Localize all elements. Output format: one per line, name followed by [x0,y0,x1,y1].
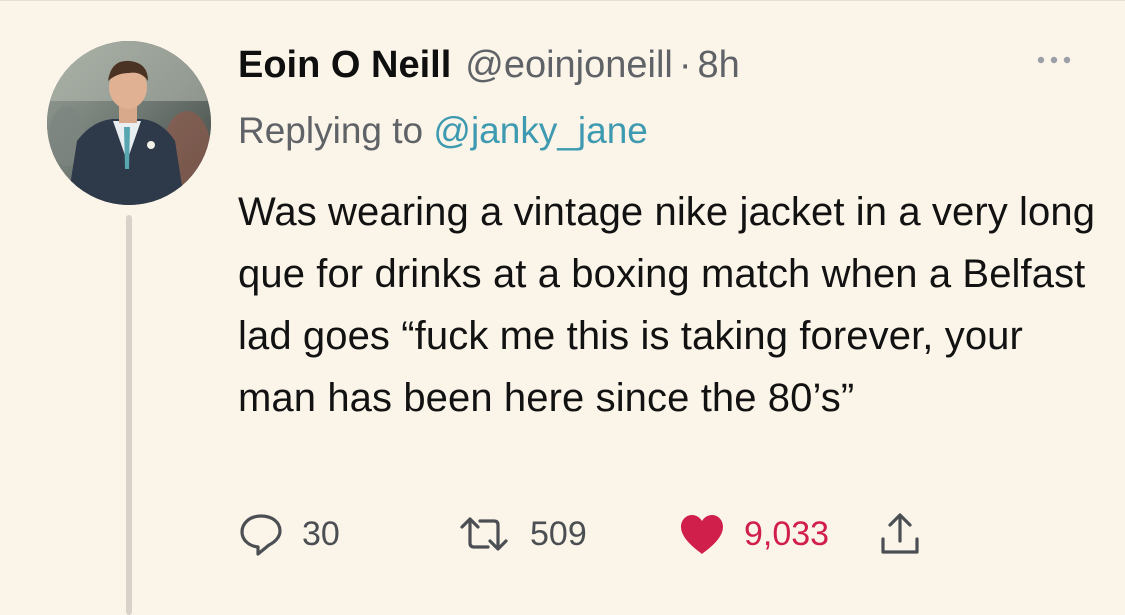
like-button[interactable]: 9,033 [678,509,829,559]
author-handle[interactable]: @eoinjoneill [465,41,673,89]
reply-count: 30 [302,514,340,553]
more-icon [1037,56,1071,64]
replying-mention[interactable]: @janky_jane [433,110,647,151]
avatar-photo [47,41,211,205]
reply-icon [240,514,282,556]
reply-button[interactable]: 30 [238,509,340,559]
like-count: 9,033 [744,514,830,553]
separator: · [678,44,692,86]
tweet-card[interactable]: Eoin O Neill @eoinjoneill · 8h Replying … [0,0,1125,615]
thread-line [126,215,132,615]
more-button[interactable] [1035,53,1073,67]
timestamp[interactable]: 8h [698,41,740,89]
replying-label: Replying to [238,110,434,151]
retweet-count: 509 [530,514,587,553]
tweet-header: Eoin O Neill @eoinjoneill · 8h [238,41,740,89]
retweet-button[interactable]: 509 [456,509,587,559]
author-name[interactable]: Eoin O Neill [238,41,451,89]
heart-icon [681,515,723,554]
share-button[interactable] [878,509,940,559]
share-icon [881,513,919,554]
avatar[interactable] [47,41,211,205]
replying-to: Replying to @janky_jane [238,107,648,155]
retweet-icon [460,517,508,551]
tweet-text: Was wearing a vintage nike jacket in a v… [238,190,1096,420]
